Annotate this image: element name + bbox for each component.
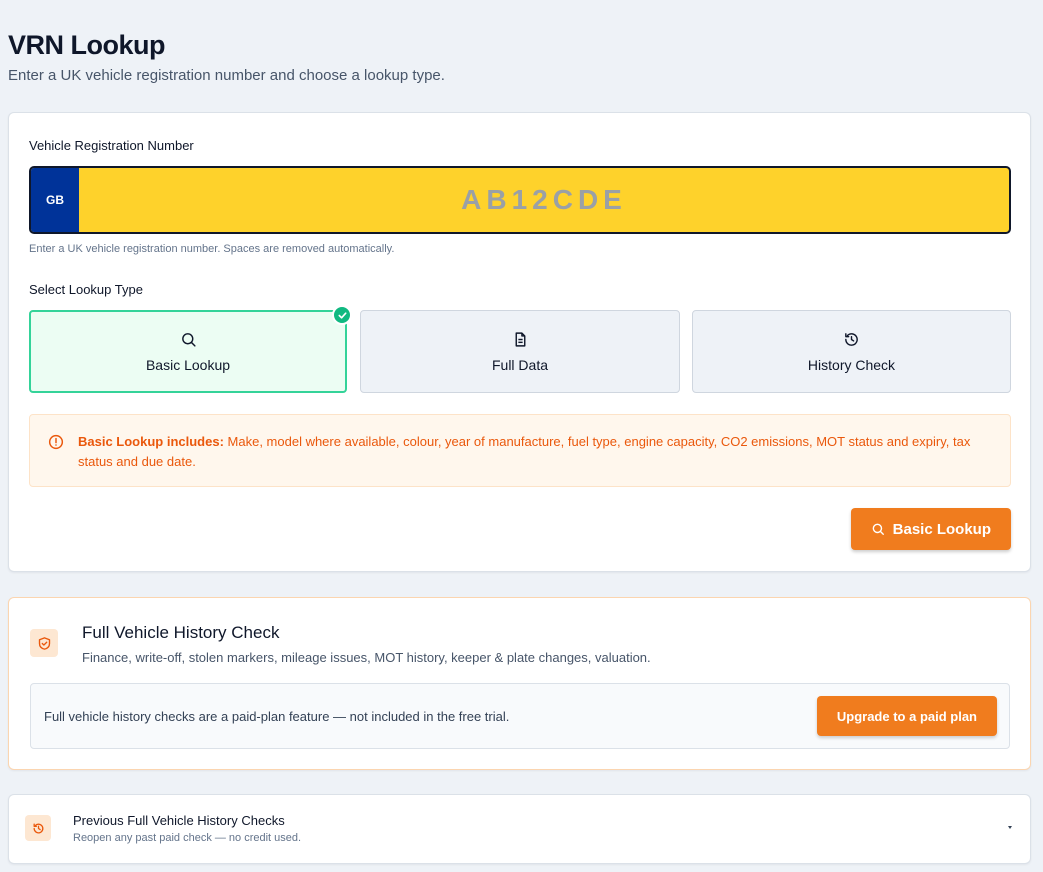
vrn-input[interactable]	[79, 168, 1009, 232]
history-check-description: Finance, write-off, stolen markers, mile…	[82, 650, 651, 665]
lookup-type-history-label: History Check	[807, 357, 896, 373]
page-subtitle: Enter a UK vehicle registration number a…	[8, 67, 445, 84]
history-icon	[843, 330, 861, 348]
basic-lookup-button-label: Basic Lookup	[892, 520, 991, 538]
lookup-type-label: Select Lookup Type	[29, 282, 143, 297]
lookup-card: Vehicle Registration Number GB Enter a U…	[8, 112, 1031, 572]
registration-plate: GB	[29, 166, 1011, 234]
alert-circle-icon	[48, 434, 64, 450]
upgrade-panel: Full vehicle history checks are a paid-p…	[30, 683, 1010, 749]
search-icon	[179, 330, 197, 348]
chevron-down-icon[interactable]	[1008, 826, 1012, 829]
previous-checks-description: Reopen any past paid check — no credit u…	[73, 832, 302, 844]
upgrade-button[interactable]: Upgrade to a paid plan	[816, 696, 997, 736]
lookup-type-full-data[interactable]: Full Data	[360, 310, 680, 393]
history-check-title: Full Vehicle History Check	[82, 623, 280, 642]
shield-check-icon	[30, 629, 58, 657]
history-check-card: Full Vehicle History Check Finance, writ…	[8, 597, 1031, 770]
history-icon	[25, 815, 51, 841]
document-icon	[511, 330, 529, 348]
lookup-type-full-data-label: Full Data	[491, 357, 549, 373]
upgrade-notice: Full vehicle history checks are a paid-p…	[44, 709, 510, 724]
lookup-info-text: Basic Lookup includes: Make, model where…	[78, 432, 996, 472]
lookup-type-basic[interactable]: Basic Lookup	[29, 305, 352, 393]
previous-checks-accordion[interactable]: Previous Full Vehicle History Checks Reo…	[8, 794, 1031, 864]
search-icon	[872, 523, 884, 535]
lookup-info-box: Basic Lookup includes: Make, model where…	[29, 414, 1011, 487]
lookup-info-heading: Basic Lookup includes:	[78, 434, 224, 449]
plate-country-badge: GB	[31, 168, 79, 232]
lookup-type-history[interactable]: History Check	[692, 310, 1011, 393]
previous-checks-title: Previous Full Vehicle History Checks	[73, 813, 285, 828]
check-circle-icon	[332, 305, 352, 325]
lookup-type-basic-label: Basic Lookup	[145, 357, 231, 373]
vrn-label: Vehicle Registration Number	[29, 138, 194, 153]
page-title: VRN Lookup	[8, 30, 166, 60]
basic-lookup-button[interactable]: Basic Lookup	[850, 508, 1011, 550]
vrn-helper-text: Enter a UK vehicle registration number. …	[29, 243, 395, 255]
